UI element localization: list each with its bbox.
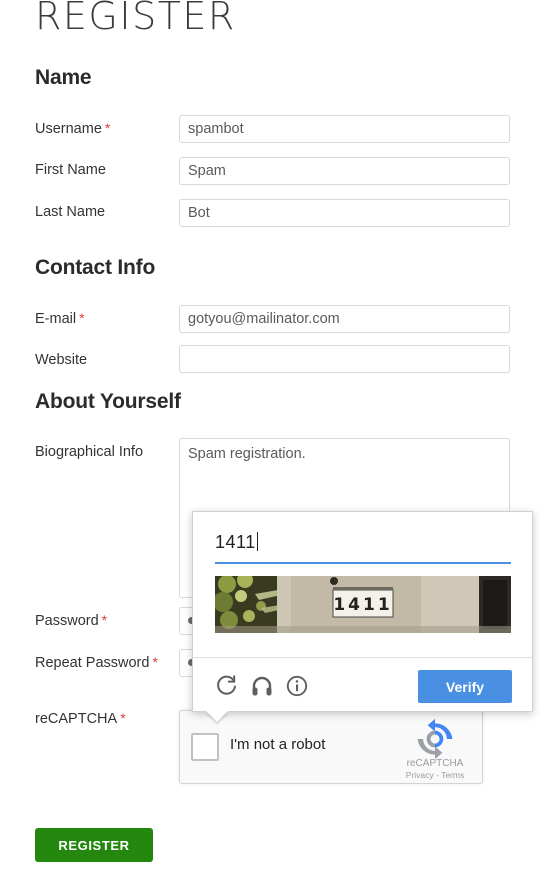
recaptcha-challenge-popup: 1411 1411 Verify [192, 511, 533, 722]
label-password: Password * [35, 612, 107, 629]
last-name-input[interactable]: Bot [179, 199, 510, 227]
required-asterisk: * [79, 310, 85, 326]
headphones-icon[interactable] [250, 674, 274, 698]
email-input[interactable]: gotyou@mailinator.com [179, 305, 510, 333]
recaptcha-brand-links[interactable]: Privacy - Terms [397, 770, 473, 780]
recaptcha-answer-field[interactable]: 1411 [215, 532, 511, 564]
recaptcha-checkbox[interactable] [191, 733, 219, 761]
label-recaptcha-text: reCAPTCHA [35, 711, 118, 727]
label-username: Username * [35, 120, 110, 137]
recaptcha-branding: reCAPTCHA Privacy - Terms [397, 717, 473, 780]
label-first-name: First Name [35, 162, 106, 178]
register-submit-button[interactable]: REGISTER [35, 828, 153, 862]
section-heading-about: About Yourself [35, 390, 181, 413]
recaptcha-brand-name: reCAPTCHA [406, 758, 464, 769]
label-email: E-mail * [35, 310, 85, 327]
required-asterisk: * [152, 654, 158, 670]
first-name-input[interactable]: Spam [179, 157, 510, 185]
label-repeat-password-text: Repeat Password [35, 655, 150, 671]
popup-pointer-tail [206, 711, 228, 722]
label-username-text: Username [35, 121, 102, 137]
label-email-text: E-mail [35, 311, 77, 327]
label-repeat-password: Repeat Password * [35, 654, 158, 671]
required-asterisk: * [120, 710, 126, 726]
section-heading-name: Name [35, 66, 92, 89]
refresh-icon[interactable] [215, 674, 239, 698]
website-input[interactable] [179, 345, 510, 373]
label-website: Website [35, 352, 88, 368]
required-asterisk: * [101, 612, 108, 628]
recaptcha-challenge-image: 1411 [215, 576, 511, 633]
label-recaptcha: reCAPTCHA * [35, 710, 126, 727]
label-last-name: Last Name [35, 204, 106, 220]
recaptcha-action-bar: Verify [193, 658, 532, 713]
recaptcha-logo-icon [417, 718, 453, 760]
verify-button[interactable]: Verify [418, 670, 512, 703]
page-title: REGISTER [35, 0, 236, 38]
label-bio: Biographical Info [35, 444, 144, 460]
recaptcha-challenge-body: 1411 1411 [193, 512, 532, 657]
svg-text:1411: 1411 [333, 595, 392, 615]
recaptcha-answer-text: 1411 [215, 532, 256, 552]
username-input[interactable]: spambot [179, 115, 510, 143]
register-page: REGISTER Name Username * spambot First Na… [0, 0, 553, 878]
recaptcha-checkbox-label: I'm not a robot [230, 736, 326, 753]
required-asterisk: * [104, 120, 111, 136]
label-password-text: Password [35, 613, 99, 629]
section-heading-contact: Contact Info [35, 256, 156, 279]
info-icon[interactable] [285, 674, 309, 698]
text-cursor [256, 532, 258, 551]
